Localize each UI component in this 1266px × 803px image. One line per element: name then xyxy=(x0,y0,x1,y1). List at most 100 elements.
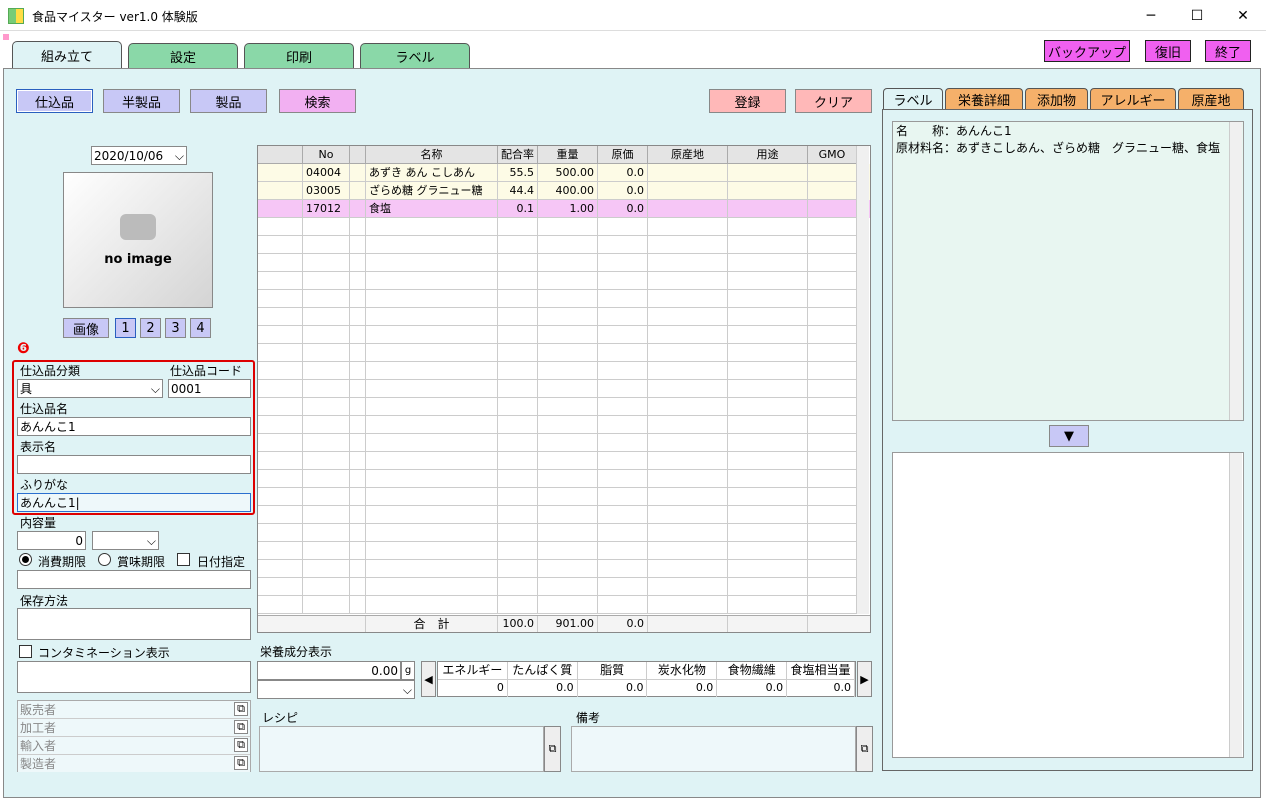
image-page-4[interactable]: 4 xyxy=(190,318,211,338)
tab-allergy[interactable]: アレルギー xyxy=(1090,88,1176,110)
table-row[interactable]: 17012 食塩 0.1 1.00 0.0 xyxy=(258,200,870,218)
best-before-radio[interactable] xyxy=(98,553,111,566)
search-button[interactable]: 検索 xyxy=(279,89,356,113)
expiry-radio[interactable] xyxy=(19,553,32,566)
image-preview: no image xyxy=(63,172,213,308)
tab-print[interactable]: 印刷 xyxy=(244,43,354,69)
date-spec-checkbox[interactable] xyxy=(177,553,190,566)
register-button[interactable]: 登録 xyxy=(709,89,786,113)
party-row-importer[interactable]: 輸入者 ⧉ xyxy=(18,737,250,755)
backup-button[interactable]: バックアップ xyxy=(1044,40,1130,62)
date-select[interactable]: 2020/10/06 ⌵ xyxy=(91,146,187,165)
close-button[interactable]: ✕ xyxy=(1220,0,1266,31)
table-row[interactable] xyxy=(258,362,870,380)
copy-icon[interactable]: ⧉ xyxy=(856,726,873,772)
table-row[interactable] xyxy=(258,434,870,452)
tab-label-preview[interactable]: ラベル xyxy=(883,88,943,110)
table-row[interactable] xyxy=(258,290,870,308)
output-scrollbar[interactable] xyxy=(1229,453,1242,757)
copy-icon[interactable]: ⧉ xyxy=(544,726,561,772)
party-label: 製造者 xyxy=(20,757,57,771)
arrow-down-icon[interactable]: ▼ xyxy=(1049,425,1089,447)
image-page-1[interactable]: 1 xyxy=(115,318,136,338)
table-row[interactable] xyxy=(258,416,870,434)
party-row-seller[interactable]: 販売者 ⧉ xyxy=(18,701,250,719)
storage-input[interactable] xyxy=(17,608,251,640)
copy-icon[interactable]: ⧉ xyxy=(234,720,248,734)
nutrition-value: 0 xyxy=(438,680,508,697)
table-cell xyxy=(303,380,350,398)
scroll-right-icon[interactable]: ▶ xyxy=(857,661,872,697)
nutrition-amount-input[interactable]: 0.00 xyxy=(257,661,401,680)
content-unit-select[interactable]: ⌵ xyxy=(92,531,159,550)
table-row[interactable] xyxy=(258,326,870,344)
contamination-input[interactable] xyxy=(17,661,251,693)
table-cell xyxy=(498,596,538,614)
table-row[interactable] xyxy=(258,560,870,578)
name-input[interactable]: あんんこ1 xyxy=(17,417,251,436)
table-row[interactable] xyxy=(258,344,870,362)
notes-input[interactable] xyxy=(571,726,856,772)
table-row[interactable] xyxy=(258,506,870,524)
table-cell xyxy=(598,326,648,344)
maximize-button[interactable]: ☐ xyxy=(1174,0,1220,31)
table-cell xyxy=(366,596,498,614)
restore-button[interactable]: 復旧 xyxy=(1145,40,1191,62)
prep-item-button[interactable]: 仕込品 xyxy=(16,89,93,113)
table-cell xyxy=(538,362,598,380)
nutrition-basis-select[interactable]: ⌵ xyxy=(257,680,415,699)
tab-label[interactable]: ラベル xyxy=(360,43,470,69)
copy-icon[interactable]: ⧉ xyxy=(234,738,248,752)
ingredients-table[interactable]: No 名称 配合率 重量 原価 原産地 用途 GMO 04004 あずき あん こ… xyxy=(257,145,871,633)
no-image-text: no image xyxy=(104,251,172,267)
table-row[interactable] xyxy=(258,308,870,326)
table-row[interactable] xyxy=(258,542,870,560)
tab-origin[interactable]: 原産地 xyxy=(1178,88,1244,110)
category-select[interactable]: 具 ⌵ xyxy=(17,379,163,398)
table-row[interactable] xyxy=(258,398,870,416)
copy-icon[interactable]: ⧉ xyxy=(234,756,248,770)
table-row[interactable] xyxy=(258,236,870,254)
content-input[interactable]: 0 xyxy=(17,531,86,550)
minimize-button[interactable]: ─ xyxy=(1128,0,1174,31)
table-row[interactable] xyxy=(258,452,870,470)
table-cell xyxy=(598,434,648,452)
table-row[interactable] xyxy=(258,218,870,236)
image-page-3[interactable]: 3 xyxy=(165,318,186,338)
tab-nutrition-detail[interactable]: 栄養詳細 xyxy=(945,88,1023,110)
table-row[interactable] xyxy=(258,524,870,542)
expiry-date-input[interactable] xyxy=(17,570,251,589)
clear-button[interactable]: クリア xyxy=(795,89,872,113)
display-name-input[interactable] xyxy=(17,455,251,474)
table-row[interactable] xyxy=(258,254,870,272)
table-cell xyxy=(648,290,728,308)
table-row[interactable] xyxy=(258,272,870,290)
table-row[interactable] xyxy=(258,380,870,398)
copy-icon[interactable]: ⧉ xyxy=(234,702,248,716)
tab-assembly[interactable]: 組み立て xyxy=(12,41,122,69)
table-row[interactable] xyxy=(258,578,870,596)
tab-settings[interactable]: 設定 xyxy=(128,43,238,69)
tab-additives[interactable]: 添加物 xyxy=(1025,88,1088,110)
semi-product-button[interactable]: 半製品 xyxy=(103,89,180,113)
code-input[interactable]: 0001 xyxy=(168,379,251,398)
furigana-input[interactable]: あんんこ1| xyxy=(17,493,251,512)
contamination-checkbox[interactable] xyxy=(19,645,32,658)
table-scrollbar[interactable] xyxy=(856,146,869,614)
nutrition-value: 0.0 xyxy=(578,680,648,697)
image-button[interactable]: 画像 xyxy=(63,318,109,338)
table-cell xyxy=(598,506,648,524)
party-row-processor[interactable]: 加工者 ⧉ xyxy=(18,719,250,737)
table-row[interactable]: 03005 ざらめ糖 グラニュー糖 44.4 400.00 0.0 xyxy=(258,182,870,200)
scroll-left-icon[interactable]: ◀ xyxy=(421,661,436,697)
table-row[interactable] xyxy=(258,470,870,488)
table-row[interactable]: 04004 あずき あん こしあん 55.5 500.00 0.0 xyxy=(258,164,870,182)
table-row[interactable] xyxy=(258,488,870,506)
product-button[interactable]: 製品 xyxy=(190,89,267,113)
exit-button[interactable]: 終了 xyxy=(1205,40,1251,62)
label-scrollbar[interactable] xyxy=(1229,122,1242,420)
recipe-input[interactable] xyxy=(259,726,544,772)
party-row-manufacturer[interactable]: 製造者 ⧉ xyxy=(18,755,250,772)
table-row[interactable] xyxy=(258,596,870,614)
image-page-2[interactable]: 2 xyxy=(140,318,161,338)
